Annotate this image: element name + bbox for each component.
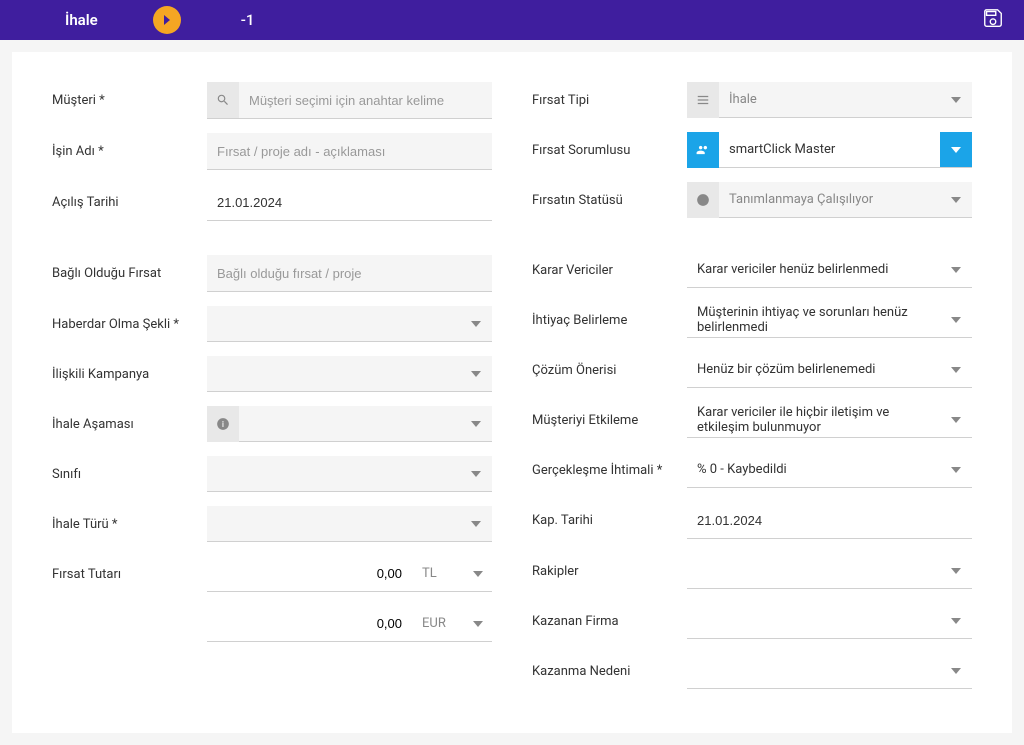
- cozum-dropdown[interactable]: Henüz bir çözüm belirlenemedi: [687, 352, 972, 388]
- label-etkileme: Müşteriyi Etkileme: [532, 413, 687, 428]
- chevron-down-icon: [473, 569, 483, 579]
- tipi-dropdown[interactable]: İhale: [719, 82, 972, 118]
- info-icon: [696, 193, 710, 207]
- etkileme-value: Karar vericiler ile hiçbir iletişim ve e…: [687, 405, 940, 435]
- chevron-down-icon: [951, 195, 961, 205]
- chevron-down-icon: [951, 265, 961, 275]
- label-ihtimal: Gerçekleşme İhtimali *: [532, 463, 687, 478]
- info-icon-box[interactable]: i: [207, 406, 239, 442]
- statu-dropdown[interactable]: Tanımlanmaya Çalışılıyor: [719, 182, 972, 218]
- kampanya-dropdown[interactable]: [207, 356, 492, 392]
- page-title: İhale: [65, 11, 98, 29]
- label-tipi: Fırsat Tipi: [532, 93, 687, 108]
- label-ihtiyac: İhtiyaç Belirleme: [532, 313, 687, 328]
- statu-value: Tanımlanmaya Çalışılıyor: [719, 192, 940, 207]
- page-header: İhale -1: [0, 0, 1024, 40]
- chevron-down-icon: [471, 419, 481, 429]
- chevron-down-icon: [951, 566, 961, 576]
- currency-eur-value: EUR: [412, 616, 464, 631]
- info-icon: i: [216, 417, 230, 431]
- currency-eur-dropdown[interactable]: EUR: [412, 606, 492, 642]
- label-acilis-tarihi: Açılış Tarihi: [52, 195, 207, 210]
- neden-dropdown[interactable]: [687, 653, 972, 689]
- form-content: Müşteri * İşin Adı * Açılış Tarihi Bağlı…: [12, 52, 1012, 733]
- chevron-right-icon: [162, 15, 172, 25]
- karar-dropdown[interactable]: Karar vericiler henüz belirlenmedi: [687, 252, 972, 288]
- chevron-down-icon: [951, 315, 961, 325]
- label-bagli-firsat: Bağlı Olduğu Fırsat: [52, 266, 207, 281]
- search-icon: [216, 93, 230, 107]
- bagli-firsat-input[interactable]: [207, 255, 492, 291]
- label-kampanya: İlişkili Kampanya: [52, 367, 207, 382]
- asama-dropdown[interactable]: [239, 406, 492, 442]
- kap-tarihi-input[interactable]: [687, 502, 972, 538]
- label-kazanan: Kazanan Firma: [532, 614, 687, 629]
- label-haberdar: Haberdar Olma Şekli *: [52, 317, 207, 332]
- chevron-down-icon: [951, 666, 961, 676]
- karar-value: Karar vericiler henüz belirlenmedi: [687, 262, 940, 277]
- chevron-down-icon: [471, 369, 481, 379]
- etkileme-dropdown[interactable]: Karar vericiler ile hiçbir iletişim ve e…: [687, 402, 972, 438]
- save-icon: [982, 7, 1004, 29]
- save-button[interactable]: [982, 7, 1004, 33]
- chevron-down-icon: [951, 145, 961, 155]
- svg-text:i: i: [222, 419, 224, 429]
- label-neden: Kazanma Nedeni: [532, 664, 687, 679]
- expand-button[interactable]: [153, 6, 181, 34]
- ihtimal-dropdown[interactable]: % 0 - Kaybedildi: [687, 452, 972, 488]
- list-icon-box: [687, 82, 719, 118]
- tutari-tl-input[interactable]: [207, 556, 412, 592]
- chevron-down-icon: [471, 469, 481, 479]
- label-kap-tarihi: Kap. Tarihi: [532, 513, 687, 528]
- chevron-down-icon: [473, 619, 483, 629]
- label-sorumlu: Fırsat Sorumlusu: [532, 143, 687, 158]
- musteri-input[interactable]: [239, 82, 492, 118]
- right-column: Fırsat Tipi İhale Fırsat Sorumlusu smart…: [532, 82, 972, 703]
- rakipler-dropdown[interactable]: [687, 553, 972, 589]
- sorumlu-value: smartClick Master: [719, 142, 940, 157]
- label-isin-adi: İşin Adı *: [52, 144, 207, 159]
- currency-tl-dropdown[interactable]: TL: [412, 556, 492, 592]
- label-karar: Karar Vericiler: [532, 263, 687, 278]
- tutari-eur-input[interactable]: [207, 606, 412, 642]
- label-cozum: Çözüm Önerisi: [532, 363, 687, 378]
- chevron-down-icon: [951, 365, 961, 375]
- chevron-down-icon: [951, 616, 961, 626]
- ihtiyac-value: Müşterinin ihtiyaç ve sorunları henüz be…: [687, 305, 940, 335]
- label-musteri: Müşteri *: [52, 93, 207, 108]
- chevron-down-icon: [471, 519, 481, 529]
- ihtiyac-dropdown[interactable]: Müşterinin ihtiyaç ve sorunları henüz be…: [687, 302, 972, 338]
- record-number: -1: [241, 11, 255, 29]
- label-tutari: Fırsat Tutarı: [52, 567, 207, 582]
- kazanan-dropdown[interactable]: [687, 603, 972, 639]
- label-statu: Fırsatın Statüsü: [532, 193, 687, 208]
- cozum-value: Henüz bir çözüm belirlenemedi: [687, 362, 940, 377]
- turu-dropdown[interactable]: [207, 506, 492, 542]
- label-sinifi: Sınıfı: [52, 467, 207, 482]
- left-column: Müşteri * İşin Adı * Açılış Tarihi Bağlı…: [52, 82, 492, 703]
- info-icon-box: [687, 182, 719, 218]
- label-asama: İhale Aşaması: [52, 417, 207, 432]
- isin-adi-input[interactable]: [207, 133, 492, 169]
- chevron-down-icon: [951, 465, 961, 475]
- users-icon: [696, 143, 710, 157]
- chevron-down-icon: [951, 95, 961, 105]
- label-rakipler: Rakipler: [532, 564, 687, 579]
- sinifi-dropdown[interactable]: [207, 456, 492, 492]
- users-icon-box[interactable]: [687, 132, 719, 168]
- chevron-down-icon: [951, 415, 961, 425]
- ihtimal-value: % 0 - Kaybedildi: [687, 462, 940, 477]
- search-icon-box[interactable]: [207, 82, 239, 118]
- chevron-down-icon: [471, 319, 481, 329]
- label-turu: İhale Türü *: [52, 517, 207, 532]
- tipi-value: İhale: [719, 92, 940, 107]
- sorumlu-dropdown[interactable]: smartClick Master: [719, 132, 972, 168]
- list-icon: [696, 93, 710, 107]
- acilis-tarihi-input[interactable]: [207, 184, 492, 220]
- haberdar-dropdown[interactable]: [207, 306, 492, 342]
